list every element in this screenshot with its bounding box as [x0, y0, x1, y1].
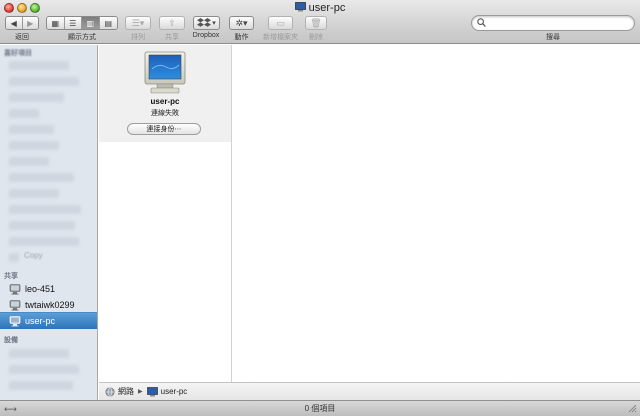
dropbox-icon — [197, 18, 212, 27]
sidebar-item-label: twtaiwk0299 — [25, 300, 75, 310]
blurred-sidebar-item[interactable] — [9, 365, 79, 374]
search-input[interactable] — [488, 17, 628, 29]
delete-button[interactable]: 🗑 — [305, 16, 327, 30]
view-label: 顯示方式 — [68, 34, 96, 41]
arrow-left-icon: ◀ — [10, 18, 17, 28]
action-label: 動作 — [234, 34, 249, 41]
blurred-sidebar-item[interactable] — [9, 381, 73, 390]
trash-icon: 🗑 — [310, 17, 322, 28]
share-icon: ⇪ — [168, 17, 176, 28]
computer-icon — [9, 315, 21, 326]
icon-view-icon: ▦ — [51, 18, 60, 28]
blurred-sidebar-item[interactable] — [9, 77, 79, 86]
back-button[interactable]: ◀ — [6, 17, 23, 29]
search-label: 搜尋 — [546, 34, 560, 41]
forward-button[interactable]: ▶ — [22, 17, 38, 29]
window-title: user-pc — [0, 1, 640, 15]
computer-info-panel: user-pc 連線失敗 連接身份⋯ — [99, 45, 231, 142]
computer-icon — [294, 2, 306, 12]
favorites-header: 喜好項目 — [4, 50, 32, 57]
resize-grip-icon[interactable] — [628, 404, 637, 413]
sidebar-item-label: user-pc — [25, 316, 56, 326]
path-item-network[interactable]: 網路 — [105, 386, 134, 397]
action-button[interactable]: ✲▾ — [229, 16, 254, 30]
blurred-sidebar-item[interactable] — [9, 109, 39, 118]
blurred-sidebar-item[interactable] — [9, 93, 64, 102]
browser-column: user-pc 連線失敗 連接身份⋯ — [99, 45, 232, 382]
item-count: 0 個項目 — [304, 404, 336, 413]
new-folder-button[interactable]: ▭ — [268, 16, 293, 30]
search-field[interactable] — [471, 15, 635, 31]
new-folder-label: 新增檔案夾 — [263, 34, 298, 41]
blurred-sidebar-item[interactable] — [9, 125, 54, 134]
share-button[interactable]: ⇪ — [159, 16, 185, 30]
blurred-sidebar-item[interactable] — [9, 173, 74, 182]
list-view-icon: ☰ — [69, 18, 77, 28]
sidebar-item-user-pc[interactable]: user-pc — [0, 312, 97, 329]
computer-name: user-pc — [150, 97, 180, 106]
back-label: 返回 — [15, 34, 29, 41]
path-separator-icon: ▶ — [138, 389, 143, 395]
window-title-text: user-pc — [308, 2, 346, 14]
search-icon — [477, 18, 486, 27]
blurred-sidebar-item[interactable] — [9, 237, 79, 246]
path-bar: 網路 ▶ user-pc — [99, 382, 640, 400]
blurred-sidebar-item[interactable] — [9, 157, 49, 166]
path-item-label: user-pc — [160, 387, 188, 396]
connect-as-button[interactable]: 連接身份⋯ — [127, 123, 201, 135]
connection-status: 連線失敗 — [151, 110, 179, 117]
share-label: 共享 — [165, 34, 179, 41]
dropbox-label: Dropbox — [192, 32, 220, 39]
column-view-icon: ▥ — [86, 18, 95, 28]
computer-icon — [9, 283, 21, 294]
view-column-button[interactable]: ▥ — [82, 17, 100, 29]
computer-icon — [9, 299, 21, 310]
blurred-sidebar-item[interactable] — [9, 61, 69, 70]
globe-icon — [105, 387, 115, 396]
blurred-sidebar-item[interactable] — [9, 349, 69, 358]
view-icon-button[interactable]: ▦ — [47, 17, 65, 29]
sidebar-item-twtaiwk0299[interactable]: twtaiwk0299 — [0, 297, 97, 313]
blurred-sidebar-item-icon — [9, 253, 19, 262]
delete-label: 刪除 — [309, 34, 323, 41]
arrange-icon: ☰▾ — [131, 17, 145, 28]
status-bar: ⟷ 0 個項目 — [0, 400, 640, 416]
gear-icon: ✲▾ — [235, 17, 248, 28]
sidebar-item-leo-451[interactable]: leo-451 — [0, 281, 97, 297]
arrange-button[interactable]: ☰▾ — [125, 16, 151, 30]
path-item-user-pc[interactable]: user-pc — [146, 386, 188, 397]
view-list-button[interactable]: ☰ — [64, 17, 82, 29]
finder-window: user-pc ◀ ▶ 返回 ▦ ☰ ▥ ▤ 顯示方式 ☰▾ 排列 ⇪ 共享 ▾… — [0, 0, 640, 416]
blurred-sidebar-item[interactable] — [9, 189, 59, 198]
arrange-label: 排列 — [131, 34, 145, 41]
computer-icon — [146, 386, 158, 396]
computer-monitor-icon — [144, 51, 186, 94]
view-mode-control: ▦ ☰ ▥ ▤ — [46, 16, 118, 30]
coverflow-view-icon: ▤ — [104, 18, 113, 28]
blurred-sidebar-item[interactable] — [9, 141, 59, 150]
path-item-label: 網路 — [118, 387, 134, 396]
browser-column-empty — [233, 45, 640, 382]
dropbox-button[interactable]: ▾ — [193, 16, 220, 30]
blurred-sidebar-label[interactable]: Copy — [24, 251, 43, 260]
devices-header: 設備 — [4, 337, 18, 344]
view-coverflow-button[interactable]: ▤ — [99, 17, 117, 29]
toolbar: user-pc ◀ ▶ 返回 ▦ ☰ ▥ ▤ 顯示方式 ☰▾ 排列 ⇪ 共享 ▾… — [0, 0, 640, 44]
sidebar: 喜好項目 Copy 共享 leo-451 twtaiwk0299 user-pc… — [0, 45, 98, 400]
sidebar-item-label: leo-451 — [25, 284, 56, 294]
blurred-sidebar-item[interactable] — [9, 221, 75, 230]
arrow-right-icon: ▶ — [27, 18, 34, 28]
blurred-sidebar-item[interactable] — [9, 205, 81, 214]
shared-header: 共享 — [4, 273, 18, 280]
new-folder-icon: ▭ — [276, 17, 285, 28]
back-forward-control: ◀ ▶ — [5, 16, 39, 30]
